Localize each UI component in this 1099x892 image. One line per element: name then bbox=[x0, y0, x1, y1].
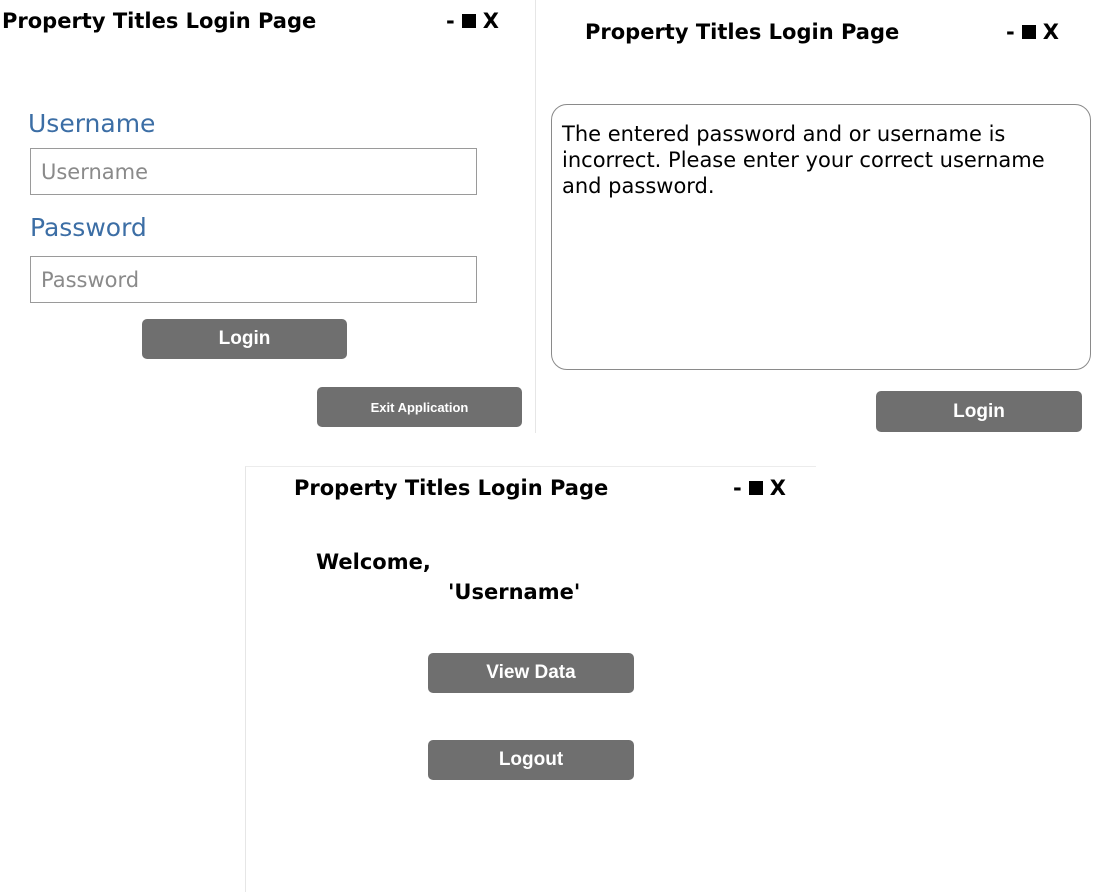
window-controls: - X bbox=[1006, 20, 1059, 44]
welcome-text: Welcome, bbox=[316, 550, 431, 574]
welcome-username: 'Username' bbox=[448, 580, 581, 604]
window-controls: - X bbox=[733, 476, 786, 500]
username-input[interactable] bbox=[30, 148, 477, 195]
login-window: Property Titles Login Page - X Username … bbox=[0, 0, 536, 433]
close-button[interactable]: X bbox=[483, 9, 499, 33]
welcome-window: Property Titles Login Page - X Welcome, … bbox=[245, 466, 816, 892]
username-label: Username bbox=[28, 109, 156, 138]
maximize-icon[interactable] bbox=[748, 481, 763, 495]
password-input[interactable] bbox=[30, 256, 477, 303]
window-title: Property Titles Login Page bbox=[2, 9, 317, 33]
window-title: Property Titles Login Page bbox=[294, 476, 609, 500]
maximize-icon[interactable] bbox=[461, 14, 476, 28]
logout-button[interactable]: Logout bbox=[428, 740, 634, 780]
exit-application-button[interactable]: Exit Application bbox=[317, 387, 522, 427]
error-window: Property Titles Login Page - X The enter… bbox=[536, 0, 1099, 433]
password-label: Password bbox=[30, 213, 147, 242]
minimize-button[interactable]: - bbox=[733, 476, 742, 500]
minimize-button[interactable]: - bbox=[446, 9, 455, 33]
login-button[interactable]: Login bbox=[876, 391, 1082, 432]
error-message-box: The entered password and or username is … bbox=[551, 104, 1091, 370]
close-button[interactable]: X bbox=[770, 476, 786, 500]
view-data-button[interactable]: View Data bbox=[428, 653, 634, 693]
maximize-icon[interactable] bbox=[1021, 25, 1036, 39]
minimize-button[interactable]: - bbox=[1006, 20, 1015, 44]
window-controls: - X bbox=[446, 9, 499, 33]
window-title: Property Titles Login Page bbox=[585, 20, 900, 44]
close-button[interactable]: X bbox=[1043, 20, 1059, 44]
login-button[interactable]: Login bbox=[142, 319, 347, 359]
